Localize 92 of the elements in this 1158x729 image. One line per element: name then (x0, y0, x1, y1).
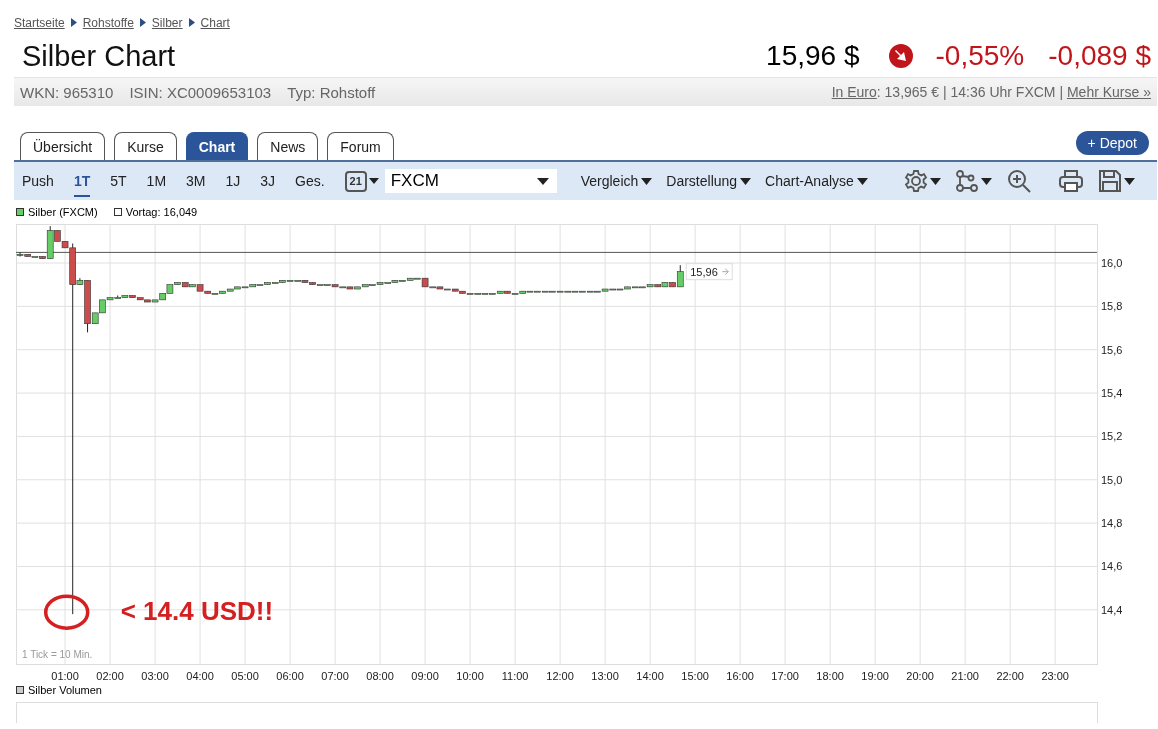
security-info: Typ: Rohstoff (287, 83, 376, 101)
tab[interactable]: Chart (185, 132, 249, 160)
legend-label: Silber (FXCM) (28, 206, 98, 218)
tab[interactable]: Forum (327, 132, 394, 160)
y-axis-label: 15,6 (1101, 343, 1123, 356)
legend-label: Silber Volumen (28, 684, 102, 696)
more-quotes-link[interactable]: Mehr Kurse » (1066, 84, 1151, 100)
x-axis-label: 15:00 (681, 670, 709, 682)
breadcrumb-link[interactable]: Chart (200, 15, 230, 30)
y-axis-label: 14,8 (1101, 517, 1123, 530)
page-title: Silber Chart (22, 39, 177, 73)
breadcrumb-separator-icon (139, 18, 146, 27)
toolbar-menu[interactable]: Chart-Analyse (765, 173, 868, 189)
y-axis-label: 16,0 (1101, 257, 1123, 269)
x-axis-label: 05:00 (231, 670, 259, 682)
y-axis-label: 15,8 (1101, 300, 1123, 313)
period-button[interactable]: Push (22, 165, 54, 197)
x-axis-label: 09:00 (411, 670, 439, 682)
security-info: WKN: 965310 (20, 83, 114, 101)
x-axis-label: 06:00 (276, 670, 304, 682)
x-axis-label: 19:00 (861, 670, 889, 682)
x-axis-label: 20:00 (906, 670, 934, 682)
period-button[interactable]: 3J (260, 165, 276, 197)
exchange-select[interactable]: FXCM (384, 169, 557, 193)
legend-swatch (16, 686, 24, 694)
period-button[interactable]: 1J (225, 165, 241, 197)
settings-button[interactable] (903, 169, 941, 193)
euro-quote: In Euro: 13,965 € | 14:36 Uhr FXCM | Mehr Kurse » (831, 84, 1151, 100)
caret-icon (980, 177, 992, 185)
settings-icon (903, 169, 928, 193)
y-axis-label: 15,0 (1101, 473, 1123, 486)
x-axis-label: 22:00 (996, 670, 1024, 682)
x-axis-label: 10:00 (456, 670, 484, 682)
x-axis-label: 16:00 (726, 670, 754, 682)
x-axis-label: 04:00 (186, 670, 214, 682)
caret-icon (641, 177, 653, 185)
tab[interactable]: Kurse (114, 132, 177, 160)
y-axis-label: 14,6 (1101, 560, 1123, 573)
legend-swatch (16, 208, 24, 216)
period-button[interactable]: 3M (186, 165, 206, 197)
x-axis-label: 03:00 (141, 670, 169, 682)
x-axis-label: 13:00 (591, 670, 619, 682)
x-axis-label: 17:00 (771, 670, 799, 682)
breadcrumb-link[interactable]: Startseite (14, 15, 65, 30)
annotation-text: < 14.4 USD!! (120, 596, 274, 627)
last-price-tag: 15,96 (685, 263, 733, 281)
breadcrumb-separator-icon (188, 18, 195, 27)
save-button[interactable] (1097, 169, 1135, 193)
x-axis-label: 11:00 (501, 670, 529, 682)
period-button[interactable]: Ges. (295, 165, 325, 197)
zoom-in-button[interactable] (1005, 168, 1032, 194)
print-button[interactable] (1057, 169, 1084, 193)
indicators-button[interactable] (954, 169, 992, 193)
in-euro-link[interactable]: In Euro (831, 84, 877, 100)
x-axis-label: 12:00 (546, 670, 574, 682)
x-axis-label: 14:00 (636, 670, 664, 682)
caret-icon (536, 177, 549, 185)
add-to-depot-button[interactable]: + Depot (1075, 131, 1149, 155)
nodes-icon (954, 169, 979, 193)
caret-icon (856, 177, 868, 185)
tick-note: 1 Tick = 10 Min. (22, 649, 93, 660)
caret-icon (740, 177, 752, 185)
period-button[interactable]: 1M (146, 165, 167, 197)
change-absolute: -0,089 $ (1048, 40, 1151, 72)
x-axis-label: 23:00 (1041, 670, 1069, 682)
price: 15,96 $ (766, 40, 860, 72)
y-axis-label: 15,4 (1101, 387, 1123, 400)
y-axis-label: 15,2 (1101, 430, 1123, 443)
caret-icon (1123, 177, 1135, 185)
x-axis-label: 18:00 (816, 670, 844, 682)
breadcrumb-link[interactable]: Silber (151, 15, 183, 30)
toolbar-menu[interactable]: Vergleich (580, 173, 653, 189)
breadcrumb-separator-icon (70, 18, 77, 27)
security-info: ISIN: XC0009653103 (129, 83, 272, 101)
caret-icon (368, 178, 379, 184)
period-button[interactable]: 5T (110, 165, 127, 197)
toolbar-menu[interactable]: Darstellung (666, 173, 752, 189)
x-axis-label: 07:00 (321, 670, 349, 682)
legend-label: Vortag: 16,049 (125, 206, 198, 218)
breadcrumb-link[interactable]: Rohstoffe (82, 15, 134, 30)
tab[interactable]: News (257, 132, 319, 160)
caret-icon (929, 177, 941, 185)
change-percent: -0,55% (935, 40, 1025, 72)
y-axis-label: 14,4 (1101, 603, 1123, 616)
x-axis-label: 21:00 (951, 670, 979, 682)
period-button[interactable]: 1T (73, 165, 91, 197)
tab[interactable]: Übersicht (20, 132, 106, 160)
legend-swatch (113, 208, 122, 216)
x-axis-label: 01:00 (51, 670, 79, 682)
highlight-circle (43, 594, 90, 630)
x-axis-label: 02:00 (96, 670, 124, 682)
x-axis-label: 08:00 (366, 670, 394, 682)
